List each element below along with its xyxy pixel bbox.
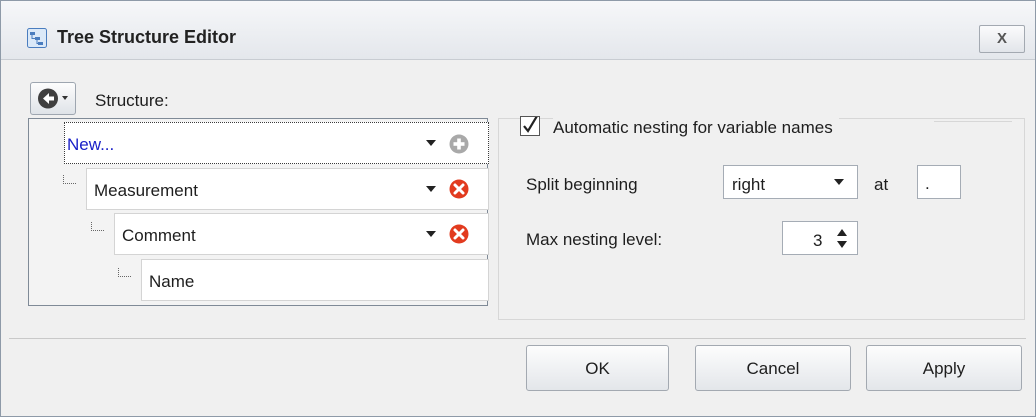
tree-connector <box>63 175 76 184</box>
checkmark-icon <box>523 115 538 133</box>
dialog-window: Tree Structure Editor X Structure: New..… <box>0 0 1036 417</box>
tree-node-label: Comment <box>122 226 196 245</box>
structure-tree[interactable]: New... Measurement Comment Name <box>28 118 489 306</box>
nesting-settings-group <box>498 118 1025 320</box>
tree-node-label: Measurement <box>94 181 198 200</box>
tree-node-label: Name <box>149 272 195 291</box>
spin-down-icon[interactable] <box>837 241 847 248</box>
close-button[interactable]: X <box>979 25 1025 53</box>
max-nesting-stepper[interactable]: 3 <box>782 221 858 255</box>
group-divider <box>934 121 1012 122</box>
chevron-down-icon[interactable] <box>426 231 436 237</box>
at-label: at <box>874 175 889 194</box>
tree-node-measurement[interactable]: Measurement <box>86 168 489 210</box>
spin-up-icon[interactable] <box>837 229 847 236</box>
tree-node-label: New... <box>67 135 115 154</box>
chevron-down-icon[interactable] <box>426 186 436 192</box>
split-direction-value: right <box>732 175 766 194</box>
tree-node-name[interactable]: Name <box>141 259 489 301</box>
split-beginning-label: Split beginning <box>526 175 638 194</box>
structure-label: Structure: <box>95 91 169 110</box>
tree-connector <box>118 268 131 277</box>
add-icon[interactable] <box>448 133 470 160</box>
tree-node-comment[interactable]: Comment <box>114 213 489 255</box>
chevron-down-icon[interactable] <box>426 140 436 146</box>
split-char-input[interactable]: . <box>917 165 961 199</box>
remove-icon[interactable] <box>448 178 470 205</box>
footer-separator <box>9 338 1026 339</box>
apply-button[interactable]: Apply <box>866 345 1022 391</box>
tree-structure-app-icon <box>27 28 47 48</box>
max-nesting-label: Max nesting level: <box>526 230 663 249</box>
cancel-button[interactable]: Cancel <box>695 345 851 391</box>
back-arrow-icon <box>38 88 68 109</box>
auto-nesting-checkbox[interactable] <box>520 115 540 136</box>
chevron-down-icon[interactable] <box>834 179 844 185</box>
window-title: Tree Structure Editor <box>57 27 237 47</box>
split-direction-select[interactable]: right <box>723 165 858 199</box>
auto-nesting-label[interactable]: Automatic nesting for variable names <box>553 118 839 138</box>
split-char-value: . <box>925 174 930 193</box>
tree-connector <box>91 222 104 231</box>
max-nesting-value: 3 <box>813 231 823 250</box>
tree-node-new[interactable]: New... <box>64 122 489 164</box>
back-dropdown-button[interactable] <box>30 82 76 115</box>
title-bar: Tree Structure Editor X <box>1 1 1035 60</box>
remove-icon[interactable] <box>448 223 470 250</box>
ok-button[interactable]: OK <box>526 345 669 391</box>
